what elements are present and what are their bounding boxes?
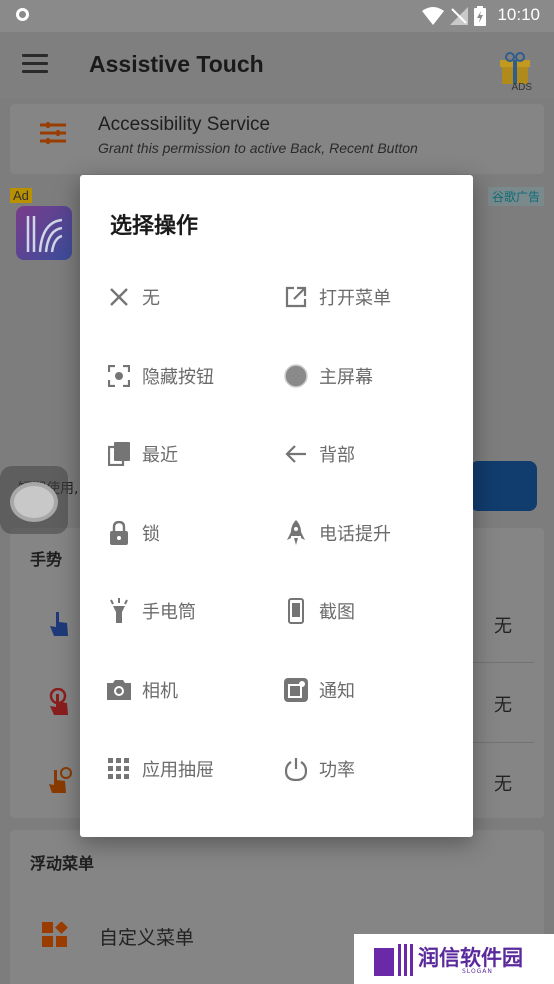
hide-focus-icon: [107, 364, 131, 388]
option-label: 隐藏按钮: [142, 367, 214, 388]
tune-icon: [40, 122, 66, 144]
status-icons: [422, 5, 486, 27]
option-app-drawer[interactable]: 应用抽屉: [107, 751, 214, 787]
option-label: 最近: [142, 445, 178, 466]
app-title: Assistive Touch: [89, 51, 264, 77]
option-hide-button[interactable]: 隐藏按钮: [107, 358, 214, 394]
ad-action-button[interactable]: [470, 461, 537, 511]
tap-gesture-icon: [50, 612, 68, 636]
recents-icon: [107, 442, 131, 466]
floating-menu-title: 浮动菜单: [30, 854, 95, 873]
camera-icon: [107, 678, 131, 702]
option-label: 打开菜单: [319, 288, 391, 309]
gesture-value-2[interactable]: 无: [494, 691, 512, 717]
option-label: 截图: [319, 602, 355, 623]
gesture-value-1[interactable]: 无: [494, 612, 512, 638]
option-label: 应用抽屉: [142, 760, 214, 781]
open-in-new-icon: [284, 285, 308, 309]
option-back[interactable]: 背部: [284, 436, 355, 472]
lock-icon: [107, 521, 131, 545]
accessibility-subtitle: Grant this permission to active Back, Re…: [98, 140, 418, 156]
accessibility-card[interactable]: Accessibility Service Grant this permiss…: [10, 104, 544, 174]
app-bar: Assistive Touch ADS: [0, 32, 554, 98]
hamburger-menu-icon[interactable]: [22, 54, 48, 74]
accessibility-title: Accessibility Service: [98, 114, 271, 135]
ad-logo-graphic: [26, 216, 63, 253]
gesture-section-title: 手势: [30, 550, 63, 569]
choose-action-dialog: 选择操作 无 打开菜单 隐藏按钮 主屏幕 最近 背部 锁 电话提升 手电筒 截图…: [80, 175, 473, 837]
back-arrow-icon: [284, 442, 308, 466]
option-phone-boost[interactable]: 电话提升: [284, 515, 391, 551]
dialog-title: 选择操作: [110, 214, 199, 239]
ads-label: ADS: [511, 82, 532, 93]
option-notification[interactable]: 通知: [284, 672, 355, 708]
custom-menu-item[interactable]: 自定义菜单: [99, 923, 194, 950]
rocket-icon: [284, 520, 308, 545]
watermark: 润信软件园 SLOGAN: [354, 934, 554, 984]
option-label: 功率: [319, 760, 355, 781]
power-icon: [284, 757, 308, 781]
option-label: 相机: [142, 681, 178, 702]
signal-off-icon: [450, 7, 468, 25]
google-ad-label: 谷歌广告: [487, 187, 544, 206]
widgets-icon: [42, 922, 68, 947]
option-label: 电话提升: [319, 524, 391, 545]
option-camera[interactable]: 相机: [107, 672, 178, 708]
option-power[interactable]: 功率: [284, 751, 355, 787]
assistive-touch-bubble[interactable]: [0, 466, 68, 534]
option-home-screen[interactable]: 主屏幕: [284, 358, 373, 394]
option-label: 主屏幕: [319, 367, 373, 388]
ad-app-logo[interactable]: [16, 206, 72, 260]
option-label: 通知: [319, 681, 355, 702]
option-label: 无: [142, 288, 160, 309]
status-bar: 10:10: [0, 0, 554, 32]
assistive-touch-ring-icon: [10, 482, 58, 522]
status-time: 10:10: [497, 5, 540, 24]
option-label: 锁: [142, 524, 160, 545]
option-screenshot[interactable]: 截图: [284, 593, 355, 629]
flashlight-icon: [107, 598, 131, 623]
option-label: 背部: [319, 445, 355, 466]
close-icon: [107, 285, 131, 309]
screenshot-phone-icon: [284, 598, 308, 624]
option-label: 手电筒: [142, 602, 196, 623]
double-tap-gesture-icon: [49, 688, 68, 715]
watermark-logo: [374, 944, 413, 976]
home-circle-icon: [284, 364, 308, 388]
option-open-menu[interactable]: 打开菜单: [284, 279, 391, 315]
battery-charging-icon: [474, 6, 486, 26]
long-press-gesture-icon: [49, 767, 72, 793]
option-none[interactable]: 无: [107, 279, 160, 315]
notification-dot-icon: [16, 8, 29, 21]
ad-badge: Ad: [10, 188, 32, 203]
notification-icon: [284, 678, 308, 702]
option-flashlight[interactable]: 手电筒: [107, 593, 196, 629]
app-drawer-icon: [107, 757, 131, 781]
option-recents[interactable]: 最近: [107, 436, 178, 472]
wifi-icon: [422, 7, 444, 25]
gesture-value-3[interactable]: 无: [494, 770, 512, 796]
option-lock[interactable]: 锁: [107, 515, 160, 551]
watermark-slogan: SLOGAN: [462, 968, 493, 975]
